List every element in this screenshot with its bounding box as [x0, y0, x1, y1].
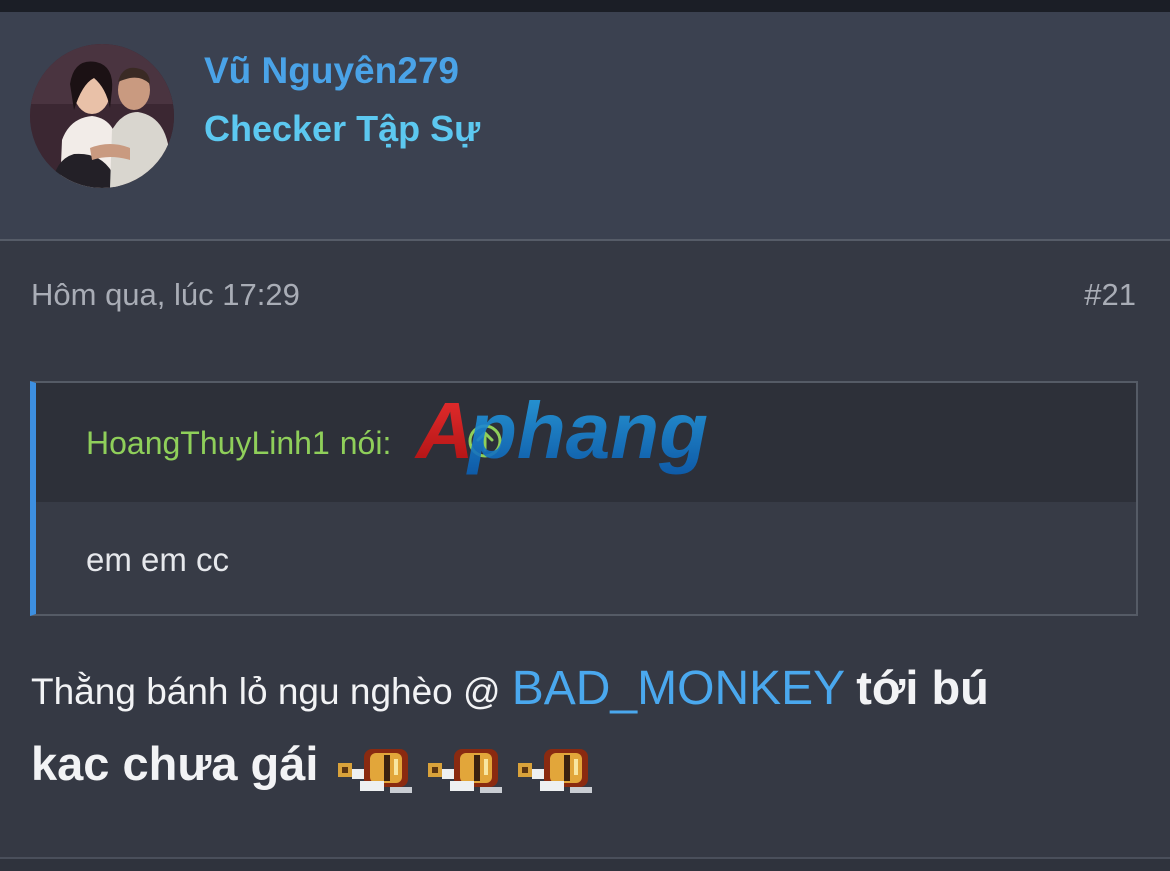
- pixel-monkey-sticker-icon: [337, 749, 412, 794]
- message-text-line-2: kac chưa gái: [31, 737, 319, 790]
- avatar[interactable]: [30, 44, 174, 188]
- quote-author[interactable]: HoangThuyLinh1: [86, 425, 330, 461]
- avatar-photo-icon: [30, 44, 174, 188]
- post-number[interactable]: #21: [1084, 277, 1136, 313]
- post-timestamp[interactable]: Hôm qua, lúc 17:29: [31, 277, 300, 313]
- watermark-letters: phang: [466, 388, 708, 475]
- pixel-monkey-sticker-icon: [517, 749, 592, 794]
- quote-said-label: nói:: [339, 425, 392, 461]
- mention-link[interactable]: BAD_MONKEY: [512, 662, 845, 715]
- pixel-monkey-sticker-icon: [427, 749, 502, 794]
- quote-author-line: HoangThuyLinh1 nói:: [86, 425, 391, 462]
- quote-text: em em cc: [86, 541, 230, 578]
- message-line-1: Thằng bánh lỏ ngu nghèo @ BAD_MONKEY tới…: [31, 652, 1141, 728]
- watermark-letter-a: A: [414, 388, 474, 475]
- user-title: Checker Tập Sự: [204, 108, 481, 149]
- top-strip: [0, 0, 1170, 12]
- user-header: [0, 12, 1170, 239]
- username[interactable]: Vũ Nguyên279: [204, 50, 459, 92]
- message-text-before: Thằng bánh lỏ ngu nghèo @: [31, 671, 501, 712]
- post-message: Thằng bánh lỏ ngu nghèo @ BAD_MONKEY tới…: [31, 652, 1141, 803]
- message-line-2: kac chưa gái: [31, 728, 1141, 803]
- aphang-watermark-logo: A phang: [414, 388, 708, 475]
- message-text-after: tới bú: [856, 661, 989, 714]
